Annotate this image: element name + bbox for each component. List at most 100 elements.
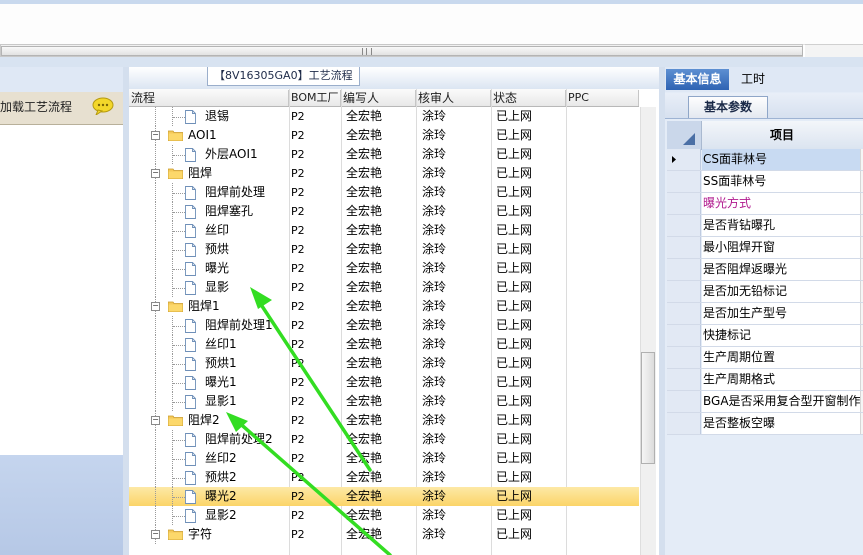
row-indicator[interactable]	[667, 193, 701, 214]
property-name: 是否整板空曝	[702, 413, 861, 434]
row-indicator[interactable]	[667, 259, 701, 280]
tree-guide	[173, 364, 185, 365]
reviewer-cell: 涂玲	[422, 394, 447, 408]
table-row[interactable]: 阻焊前处理 P2 全宏艳 涂玲 已上网	[129, 183, 639, 202]
bom-cell: P2	[291, 338, 305, 351]
table-row[interactable]: 预烘1 P2 全宏艳 涂玲 已上网	[129, 354, 639, 373]
bom-cell: P2	[291, 490, 305, 503]
horizontal-scroll-thumb[interactable]	[1, 46, 803, 56]
column-header-flow[interactable]: 流程	[129, 90, 289, 106]
tree-guide	[173, 193, 185, 194]
bom-cell: P2	[291, 205, 305, 218]
document-icon	[185, 452, 196, 466]
property-row[interactable]: 是否加生产型号	[667, 303, 863, 325]
table-row[interactable]: 曝光1 P2 全宏艳 涂玲 已上网	[129, 373, 639, 392]
status-cell: 已上网	[496, 527, 533, 541]
writer-cell: 全宏艳	[346, 280, 383, 294]
subtab-basic-params[interactable]: 基本参数	[688, 96, 768, 118]
table-row[interactable]: 丝印2 P2 全宏艳 涂玲 已上网	[129, 449, 639, 468]
status-cell: 已上网	[496, 166, 533, 180]
tree-guide	[173, 459, 185, 460]
property-row[interactable]: 是否背钻曝孔	[667, 215, 863, 237]
table-row[interactable]: 丝印 P2 全宏艳 涂玲 已上网	[129, 221, 639, 240]
table-row[interactable]: 阻焊塞孔 P2 全宏艳 涂玲 已上网	[129, 202, 639, 221]
table-row[interactable]: 预烘 P2 全宏艳 涂玲 已上网	[129, 240, 639, 259]
column-header-bom[interactable]: BOM工厂	[289, 90, 341, 106]
tree-guide	[155, 145, 156, 164]
row-indicator[interactable]	[667, 347, 701, 368]
tree-guide	[155, 107, 156, 126]
collapse-icon[interactable]: −	[151, 169, 160, 178]
row-indicator[interactable]	[667, 413, 701, 434]
column-header-ppc[interactable]: PPC	[566, 90, 639, 106]
collapse-icon[interactable]: −	[151, 416, 160, 425]
tree-guide	[155, 278, 156, 297]
table-row[interactable]: 曝光 P2 全宏艳 涂玲 已上网	[129, 259, 639, 278]
row-indicator[interactable]	[667, 237, 701, 258]
process-name: 曝光1	[205, 375, 237, 389]
tab-basic-info[interactable]: 基本信息	[666, 69, 729, 90]
column-header-writer[interactable]: 编写人	[341, 90, 416, 106]
tab-work-hours[interactable]: 工时	[733, 69, 773, 90]
reviewer-cell: 涂玲	[422, 147, 447, 161]
property-row[interactable]: 是否整板空曝	[667, 413, 863, 435]
chat-bubble-icon[interactable]	[92, 97, 114, 115]
table-row[interactable]: − 阻焊 P2 全宏艳 涂玲 已上网	[129, 164, 639, 183]
reviewer-cell: 涂玲	[422, 128, 447, 142]
writer-cell: 全宏艳	[346, 166, 383, 180]
row-indicator[interactable]	[667, 215, 701, 236]
property-row[interactable]: 生产周期位置	[667, 347, 863, 369]
property-row[interactable]: 是否加无铅标记	[667, 281, 863, 303]
vertical-scroll-thumb[interactable]	[641, 352, 655, 464]
property-name: 曝光方式	[702, 193, 861, 214]
vertical-scrollbar[interactable]	[640, 107, 656, 555]
row-indicator[interactable]	[667, 171, 701, 192]
tree-guide	[173, 440, 185, 441]
column-header-status[interactable]: 状态	[491, 90, 566, 106]
properties-grid-corner[interactable]	[667, 121, 702, 149]
row-indicator[interactable]	[667, 391, 701, 412]
table-row[interactable]: − 阻焊2 P2 全宏艳 涂玲 已上网	[129, 411, 639, 430]
row-indicator[interactable]	[667, 303, 701, 324]
folder-icon	[167, 130, 184, 142]
property-row[interactable]: 是否阻焊返曝光	[667, 259, 863, 281]
horizontal-scrollbar[interactable]	[0, 44, 803, 57]
reviewer-cell: 涂玲	[422, 337, 447, 351]
table-row[interactable]: 丝印1 P2 全宏艳 涂玲 已上网	[129, 335, 639, 354]
writer-cell: 全宏艳	[346, 128, 383, 142]
table-row[interactable]: 曝光2 P2 全宏艳 涂玲 已上网	[129, 487, 639, 506]
property-row[interactable]: CS面菲林号	[667, 149, 863, 171]
document-icon	[185, 262, 196, 276]
table-row[interactable]: 预烘2 P2 全宏艳 涂玲 已上网	[129, 468, 639, 487]
row-indicator[interactable]	[667, 369, 701, 390]
table-row[interactable]: − 阻焊1 P2 全宏艳 涂玲 已上网	[129, 297, 639, 316]
property-row[interactable]: SS面菲林号	[667, 171, 863, 193]
collapse-icon[interactable]: −	[151, 530, 160, 539]
column-header-reviewer[interactable]: 核审人	[416, 90, 491, 106]
collapse-icon[interactable]: −	[151, 131, 160, 140]
table-row[interactable]: − 字符 P2 全宏艳 涂玲 已上网	[129, 525, 639, 544]
collapse-icon[interactable]: −	[151, 302, 160, 311]
row-indicator[interactable]	[667, 281, 701, 302]
load-process-label[interactable]: 加载工艺流程	[0, 98, 72, 115]
property-row[interactable]: 最小阻焊开窗	[667, 237, 863, 259]
table-row[interactable]: 阻焊前处理1 P2 全宏艳 涂玲 已上网	[129, 316, 639, 335]
table-row[interactable]: − AOI1 P2 全宏艳 涂玲 已上网	[129, 126, 639, 145]
column-header-item[interactable]: 项目	[702, 121, 862, 149]
property-name: 是否加无铅标记	[702, 281, 861, 302]
tree-guide	[155, 430, 156, 449]
property-row[interactable]: BGA是否采用复合型开窗制作	[667, 391, 863, 413]
row-indicator[interactable]	[667, 325, 701, 346]
table-row[interactable]: 显影2 P2 全宏艳 涂玲 已上网	[129, 506, 639, 525]
property-row[interactable]: 快捷标记	[667, 325, 863, 347]
table-row[interactable]: 显影1 P2 全宏艳 涂玲 已上网	[129, 392, 639, 411]
property-row[interactable]: 曝光方式	[667, 193, 863, 215]
table-row[interactable]: 显影 P2 全宏艳 涂玲 已上网	[129, 278, 639, 297]
property-row[interactable]: 生产周期格式	[667, 369, 863, 391]
table-row[interactable]: 退锡 P2 全宏艳 涂玲 已上网	[129, 107, 639, 126]
table-row[interactable]: 外层AOI1 P2 全宏艳 涂玲 已上网	[129, 145, 639, 164]
row-indicator[interactable]	[667, 149, 701, 170]
status-cell: 已上网	[496, 204, 533, 218]
document-icon	[185, 186, 196, 200]
table-row[interactable]: 阻焊前处理2 P2 全宏艳 涂玲 已上网	[129, 430, 639, 449]
